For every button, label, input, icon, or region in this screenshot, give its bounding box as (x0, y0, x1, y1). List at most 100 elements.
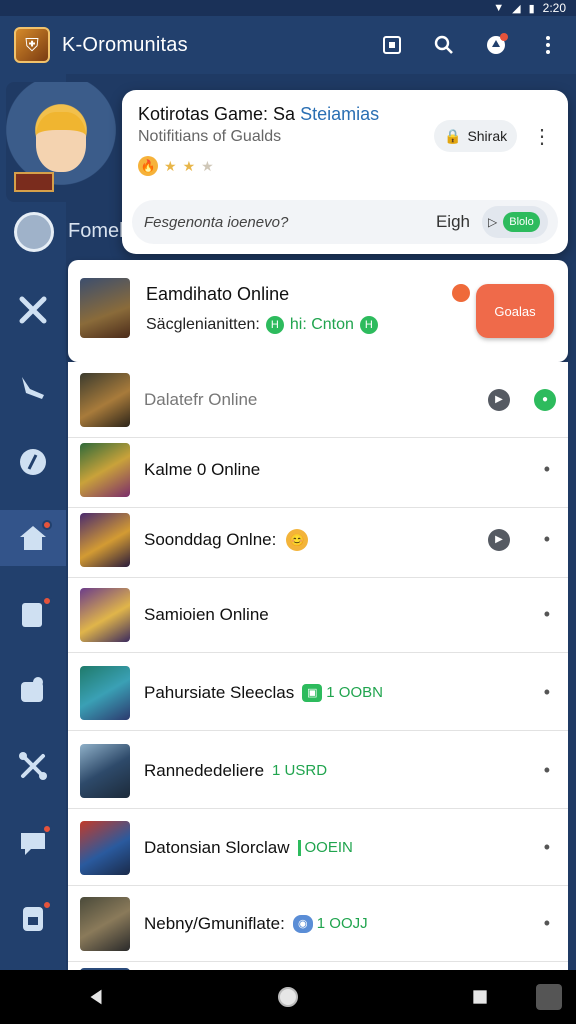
game-thumbnail (80, 372, 130, 427)
wifi-icon: ▼ (493, 2, 505, 14)
list-item[interactable]: Soonddag Onlne: 😊 ▶ • (68, 502, 568, 578)
search-value: Eigh (435, 212, 470, 231)
more-icon[interactable]: • (544, 760, 550, 781)
featured-game-card[interactable]: Eamdihato Online Säcglenianitten: H hi: … (68, 260, 568, 362)
more-icon[interactable]: • (544, 529, 550, 550)
search-placeholder: Fesgenonta ioenevo? (144, 213, 289, 231)
player-count-badge: OOEIN (297, 839, 353, 856)
sidebar-item-horn[interactable] (0, 358, 66, 414)
game-info-popover: Kotirotas Game: Sa Steiamias Notifitians… (122, 90, 568, 254)
crossed-swords-icon (19, 296, 47, 324)
battery-icon: ▮ (528, 2, 535, 15)
list-item[interactable]: Nebny/Gmuniflate: ◉ 1 OOJJ • (68, 886, 568, 962)
count-icon: ▣ (302, 683, 323, 702)
sidebar-badge (42, 900, 52, 910)
play-icon[interactable]: ▶ (488, 388, 510, 411)
game-list: Dalatefr Online ▶ ● Kalme 0 Online • Soo… (68, 362, 568, 970)
online-icon: H (265, 316, 284, 334)
sidebar-item-explore[interactable] (0, 434, 66, 490)
list-item[interactable]: Dalatefr Online ▶ ● (68, 362, 568, 438)
signal-icon: ◢ (512, 2, 521, 15)
notification-badge (500, 33, 508, 41)
star-icon: ★ (164, 157, 177, 174)
sidebar-item-cards[interactable] (0, 586, 66, 642)
more-icon[interactable]: • (544, 837, 550, 858)
list-item[interactable] (68, 962, 568, 970)
game-title: Dalatefr Online (144, 389, 258, 409)
more-icon[interactable]: • (544, 913, 550, 934)
grid-icon[interactable] (378, 31, 406, 59)
lock-icon: 🔒 (444, 127, 462, 144)
star-icon: ★ (201, 157, 214, 174)
game-title: Datonsian Slorclaw (144, 837, 290, 857)
more-icon[interactable]: • (544, 604, 550, 625)
recents-icon[interactable] (465, 982, 495, 1012)
sidebar-item-puzzle[interactable] (0, 662, 66, 718)
notifications-icon[interactable] (482, 31, 510, 59)
popover-subtitle: Notifitians of Gualds (138, 128, 282, 145)
star-icon: ★ (182, 157, 196, 174)
sidebar: Fomel (0, 74, 124, 970)
game-title: Kalme 0 Online (144, 459, 261, 479)
horn-icon (22, 377, 44, 399)
more-icon[interactable]: • (544, 459, 550, 480)
list-item[interactable]: Pahursiate Sleeclas ▣ 1 OOBN • (68, 655, 568, 731)
search-icon[interactable] (430, 31, 458, 59)
list-item[interactable]: Kalme 0 Online • (68, 432, 568, 508)
list-item[interactable]: Samioien Online • (68, 577, 568, 653)
game-thumbnail (80, 896, 130, 951)
sidebar-badge (42, 824, 52, 834)
sidebar-item-home[interactable] (0, 510, 66, 566)
online-status-icon: ● (534, 388, 556, 411)
back-icon[interactable] (81, 982, 111, 1012)
rating: 🔥 ★ ★ ★ (138, 156, 214, 176)
play-icon[interactable]: ▶ (488, 528, 510, 551)
more-icon[interactable]: • (544, 682, 550, 703)
hero-character-image (6, 82, 116, 202)
status-bar: ▼ ◢ ▮ 2:20 (0, 0, 576, 16)
search-input[interactable]: Fesgenonta ioenevo? Eigh ▷ Blolo (132, 200, 558, 244)
game-thumbnail (80, 512, 130, 567)
featured-subtitle: Säcglenianitten: H hi: Cnton H (146, 316, 378, 334)
fire-icon: 🔥 (138, 156, 158, 176)
popover-title: Kotirotas Game: Sa Steiamias (138, 104, 380, 124)
sidebar-badge (42, 520, 52, 530)
play-outline-icon: ▷ (488, 215, 498, 229)
puzzle-icon (21, 677, 43, 702)
game-thumbnail (80, 442, 130, 497)
list-item[interactable]: Datonsian Slorclaw OOEIN • (68, 810, 568, 886)
sidebar-item-chat[interactable] (0, 814, 66, 870)
home-circle-icon[interactable] (273, 982, 303, 1012)
game-thumbnail (80, 587, 130, 642)
profile-name: Fomel (68, 220, 124, 242)
toggle-switch[interactable]: ▷ Blolo (482, 206, 548, 238)
join-button[interactable]: Goalas (476, 284, 554, 338)
game-thumbnail (80, 278, 130, 338)
app-logo[interactable]: ⛨ (14, 27, 50, 63)
avatar[interactable] (14, 212, 54, 252)
alert-dot (452, 284, 470, 302)
more-vert-icon[interactable] (534, 31, 562, 59)
list-item[interactable]: Rannededeliere 1 USRD • (68, 733, 568, 809)
share-button[interactable]: 🔒 Shirak (434, 120, 518, 152)
sidebar-item-tasks[interactable] (0, 890, 66, 946)
sidebar-item-tools[interactable] (0, 738, 66, 794)
featured-title: Eamdihato Online (146, 284, 290, 304)
game-title: Pahursiate Sleeclas (144, 682, 295, 702)
divider-bar (297, 839, 301, 856)
game-thumbnail (80, 743, 130, 798)
app-title: K-Oromunitas (62, 33, 188, 56)
app-shortcut-icon[interactable] (536, 984, 562, 1010)
game-title: Rannededeliere (144, 760, 265, 780)
game-thumbnail (80, 820, 130, 875)
game-title: Samioien Online (144, 604, 269, 624)
player-count-badge: ◉ 1 OOJJ (292, 914, 368, 933)
sidebar-badge (42, 596, 52, 606)
compass-icon (20, 449, 46, 475)
toggle-label: Blolo (503, 212, 540, 232)
popover-more-icon[interactable]: ⋮ (532, 124, 552, 149)
count-icon: ◉ (292, 914, 313, 933)
game-title: Nebny/Gmuniflate: (144, 913, 285, 933)
sidebar-item-battle[interactable] (0, 282, 66, 338)
app-bar: ⛨ K-Oromunitas (0, 16, 576, 74)
